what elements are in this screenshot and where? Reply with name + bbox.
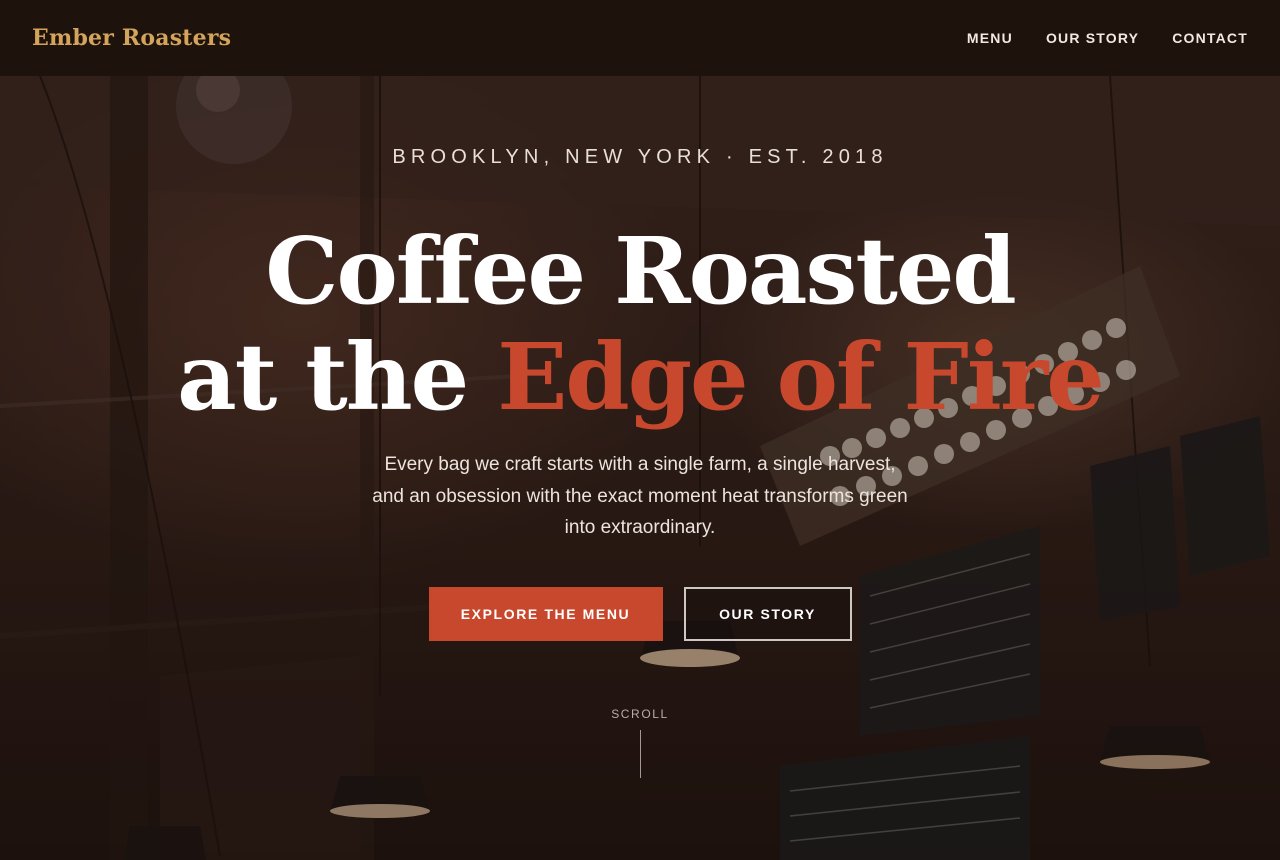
hero-section: BROOKLYN, NEW YORK · EST. 2018 Coffee Ro… (0, 76, 1280, 860)
scroll-label: SCROLL (611, 707, 669, 721)
nav-link-our-story[interactable]: OUR STORY (1046, 30, 1139, 46)
site-header: Ember Roasters MENU OUR STORY CONTACT (0, 0, 1280, 76)
scroll-line (639, 730, 641, 778)
hero-headline: Coffee Roasted at the Edge of Fire (0, 218, 1280, 430)
hero-cta-row: EXPLORE THE MENU OUR STORY (0, 587, 1280, 641)
headline-line-1: Coffee Roasted (265, 217, 1016, 325)
explore-menu-button[interactable]: EXPLORE THE MENU (428, 587, 663, 641)
nav-link-contact[interactable]: CONTACT (1172, 30, 1248, 46)
nav-link-menu[interactable]: MENU (967, 30, 1013, 46)
our-story-button[interactable]: OUR STORY (683, 587, 852, 641)
headline-line-2: at the Edge of Fire (0, 324, 1280, 430)
scroll-indicator[interactable]: SCROLL (590, 707, 690, 778)
headline-accent: Edge of Fire (497, 323, 1105, 431)
hero-eyebrow: BROOKLYN, NEW YORK · EST. 2018 (392, 146, 888, 168)
hero-subtext: Every bag we craft starts with a single … (372, 454, 908, 538)
headline-line-2-plain: at the (177, 323, 498, 431)
main-nav: MENU OUR STORY CONTACT (967, 30, 1248, 46)
brand-logo[interactable]: Ember Roasters (32, 25, 231, 51)
page: Ember Roasters MENU OUR STORY CONTACT BR… (0, 0, 1280, 860)
